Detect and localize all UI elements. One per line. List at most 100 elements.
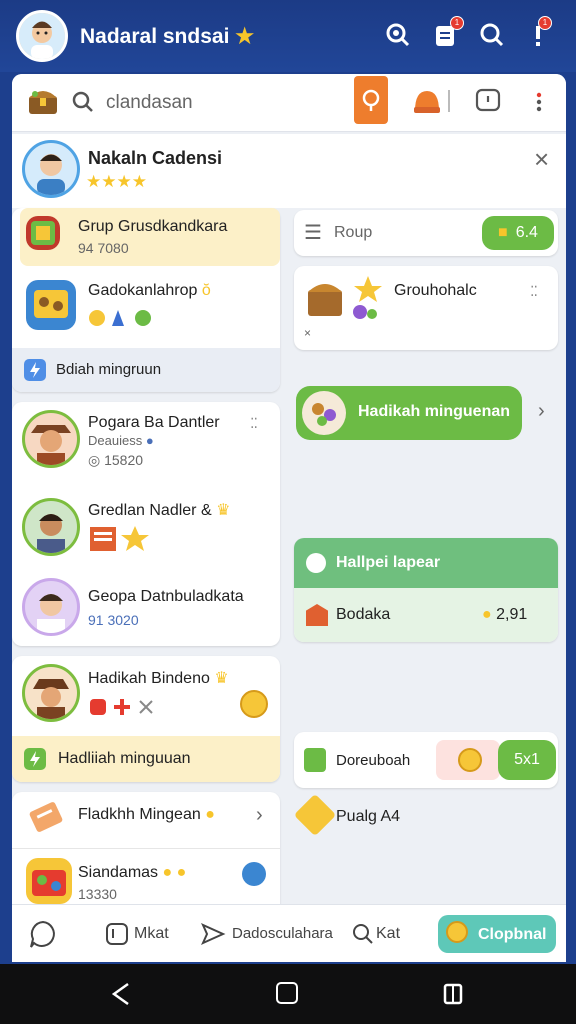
coin-icon[interactable] [240,690,268,718]
list-item-meta-text: 15820 [104,452,144,468]
coin-bag-icon: ● [482,606,492,623]
pualg-label[interactable]: Pualg A4 [336,808,400,826]
grouphak-label: Grouhohalc [394,282,477,299]
recents-icon[interactable] [442,982,464,1006]
grouphak-card[interactable]: Grouhohalc ⁚⁚ × [294,266,558,350]
hadikah-name: Hadikah Bindeno ♛ [88,668,229,688]
action-button-label: Clopbnal [478,926,547,943]
app-title: Nadaral sndsai ★ [80,24,254,49]
action-icons [88,696,158,718]
lightning-icon [24,748,46,770]
green-card-body: Bodaka ● 2,91 [294,588,558,642]
group-row[interactable]: ☰ Roup ■ 6.4 [294,210,558,256]
treasure-icon [302,272,392,328]
back-icon[interactable] [110,982,132,1006]
green-card-row-value-text: 2,91 [496,606,528,623]
chest-orange-icon[interactable] [412,87,442,115]
reward-link[interactable]: Bdiah mingruun [12,348,280,392]
green-card-header: Hallpei lapear [294,538,558,588]
yellow-banner[interactable]: Hadliiah minguuan [12,736,280,782]
fladkhh-label: Fladkhh Mingean ● [78,806,215,824]
chat-square-icon[interactable] [475,88,501,114]
message-icon[interactable] [242,862,266,886]
chevron-right-icon[interactable]: › [538,400,545,423]
clipboard-icon[interactable]: 1 [430,16,464,50]
profile-avatar[interactable] [16,10,68,62]
nav-label[interactable]: Kat [376,925,400,943]
list-item[interactable]: Siandamas ● ● 13330 [12,850,280,910]
green-button[interactable]: Hadikah minguenan [296,386,522,440]
action-button[interactable]: Clopbnal [438,915,556,953]
coin-chip[interactable] [436,740,500,780]
list-item[interactable]: Pogara Ba Dantler Deauiess ● ◎ 15820 ⁚⁚ [12,402,280,486]
search-magnifier-icon [72,91,94,113]
game-thumb-icon [26,216,60,250]
search-user-icon[interactable] [383,20,413,50]
bottom-bar: Mkat Dadosculahara Kat Clopbnal [12,904,566,962]
list-item-name: Gredlan Nadler & ♛ [88,500,230,520]
info-icon [306,553,326,573]
small-card-label: Doreuboah [336,752,411,769]
green-card-title: Hallpei lapear [336,554,441,571]
list-item-meta: 91 3020 [88,612,139,628]
group-count-pill[interactable]: ■ 6.4 [482,216,554,250]
coin-icons: ● ● [162,864,187,881]
tag-icon [26,800,66,836]
profile-name: Nakaln Cadensi [88,148,223,168]
list-item[interactable]: Gredlan Nadler & ♛ [12,490,280,566]
shield-icon [306,604,328,626]
list-item-sub: Deauiess ● [88,433,154,448]
item-suffix: ŏ [201,282,211,299]
drag-handle-icon[interactable]: ⁚⁚ [530,284,538,298]
bookmark-tab-icon[interactable] [354,76,388,124]
small-card[interactable]: Doreuboah 5x1 [294,732,558,788]
chat-bubble-icon[interactable] [28,919,58,949]
alert-icon[interactable]: 1 [528,16,552,50]
nav-label[interactable]: Dadosculahara [232,925,333,942]
drag-handle-icon[interactable]: ⁚⁚ [250,416,258,430]
home-icon[interactable] [276,982,298,1004]
lightning-icon [24,359,46,381]
group-count: 6.4 [515,224,538,241]
fladkhh-label-text: Fladkhh Mingean [78,806,201,823]
list-item-name: Siandamas ● ● [78,864,186,882]
chevron-right-icon: › [256,804,263,826]
green-card[interactable]: Hallpei lapear Bodaka ● 2,91 [294,538,558,642]
profile-photo [22,140,80,198]
verified-icon: ● [145,433,154,448]
shop-icon[interactable] [104,921,130,947]
profile-card[interactable]: Nakaln Cadensi ★★★★ × [12,134,566,208]
main-panel: clandasan Nakaln Cadensi ★★★★ × Grup Gru… [12,74,566,962]
send-icon[interactable] [200,921,226,947]
list-item-meta: ◎ 15820 [88,452,144,468]
item-title-text: Gadokanlahrop [88,282,198,299]
hadikah-name-text: Hadikah Bindeno [88,670,210,687]
more-icon[interactable] [534,92,544,114]
crown-icon: ♛ [214,670,229,687]
treasure-chest-icon[interactable] [26,84,60,118]
item-title[interactable]: Gadokanlahrop ŏ [88,282,211,300]
search-nav-icon[interactable] [352,923,374,945]
item-thumb-icon [26,280,76,330]
close-small-icon[interactable]: × [304,326,311,340]
reward-icons [88,308,168,328]
close-icon[interactable]: × [534,144,549,175]
people-list: Pogara Ba Dantler Deauiess ● ◎ 15820 ⁚⁚ … [12,402,280,646]
badge-icons [88,524,158,554]
green-button-label: Hadikah minguenan [358,403,511,420]
group-count: 94 7080 [78,240,129,256]
small-count-pill[interactable]: 5x1 [498,740,556,780]
search-icon[interactable] [477,20,507,50]
nav-label[interactable]: Mkat [134,925,169,943]
group-highlight[interactable]: Grup Grusdkandkara 94 7080 [20,208,280,266]
list-item[interactable]: Geopa Datnbuladkata 91 3020 [12,570,280,646]
chest-icon: ■ [498,224,508,241]
food-icon [302,391,346,435]
group-label: Roup [334,224,373,241]
fladkhh-row[interactable]: Fladkhh Mingean ● › [12,792,280,844]
list-item-sub-text: Deauiess [88,433,143,448]
list-item-name-text: Siandamas [78,864,159,881]
search-input[interactable]: clandasan [106,92,193,114]
avatar [22,410,80,468]
document-icon [304,748,326,772]
